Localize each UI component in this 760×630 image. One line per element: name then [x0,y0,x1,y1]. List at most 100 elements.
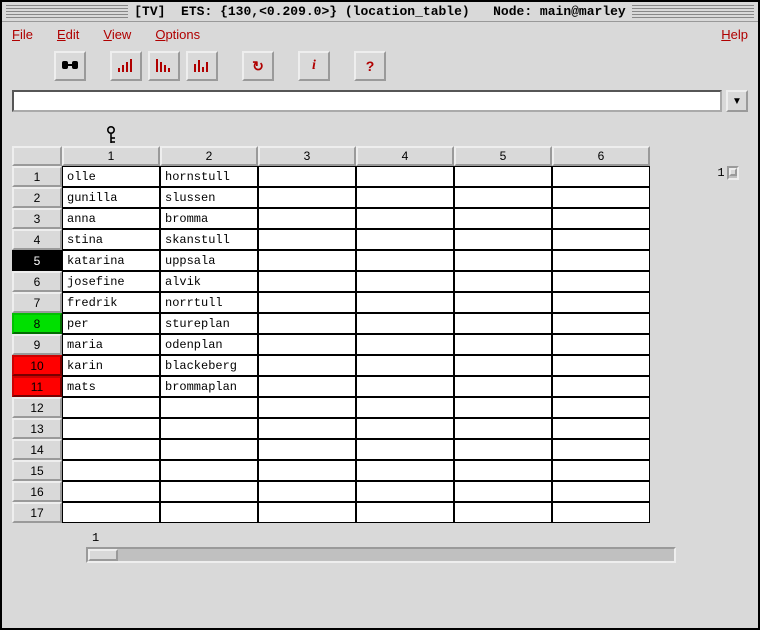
cell[interactable] [552,292,650,313]
row-number[interactable]: 13 [12,418,62,439]
cell[interactable] [356,502,454,523]
cell[interactable] [454,397,552,418]
cell[interactable] [356,460,454,481]
cell[interactable] [356,166,454,187]
cell[interactable] [356,418,454,439]
cell[interactable] [454,208,552,229]
table-row[interactable]: 14 [12,439,700,460]
table-row[interactable]: 11matsbrommaplan [12,376,700,397]
menu-edit[interactable]: Edit [57,27,79,42]
hscroll-track[interactable] [86,547,676,563]
cell[interactable] [356,334,454,355]
cell[interactable]: slussen [160,187,258,208]
cell[interactable] [552,271,650,292]
col-head-5[interactable]: 5 [454,146,552,166]
cell[interactable] [258,292,356,313]
cell[interactable] [62,460,160,481]
sort-none-button[interactable] [186,51,218,81]
help-button[interactable]: ? [354,51,386,81]
row-number[interactable]: 15 [12,460,62,481]
cell[interactable] [258,502,356,523]
row-number[interactable]: 12 [12,397,62,418]
cell[interactable] [454,460,552,481]
cell[interactable] [356,481,454,502]
row-number[interactable]: 9 [12,334,62,355]
cell[interactable]: gunilla [62,187,160,208]
cell[interactable] [454,439,552,460]
cell[interactable] [454,250,552,271]
cell[interactable] [160,397,258,418]
cell[interactable]: alvik [160,271,258,292]
cell[interactable] [552,208,650,229]
table-row[interactable]: 6josefinealvik [12,271,700,292]
cell[interactable] [258,187,356,208]
cell[interactable] [258,208,356,229]
entry-dropdown-button[interactable]: ▼ [726,90,748,112]
hscroll-thumb[interactable] [88,549,118,561]
cell[interactable]: blackeberg [160,355,258,376]
cell[interactable] [258,418,356,439]
row-number[interactable]: 10 [12,355,62,376]
entry-field[interactable] [12,90,722,112]
cell[interactable] [356,376,454,397]
cell[interactable] [552,250,650,271]
cell[interactable] [160,418,258,439]
cell[interactable] [160,460,258,481]
cell[interactable] [552,187,650,208]
cell[interactable] [454,187,552,208]
cell[interactable]: odenplan [160,334,258,355]
cell[interactable] [454,418,552,439]
row-number[interactable]: 8 [12,313,62,334]
cell[interactable] [258,397,356,418]
table-row[interactable]: 8perstureplan [12,313,700,334]
menu-file[interactable]: File [12,27,33,42]
cell[interactable]: karin [62,355,160,376]
cell[interactable] [356,313,454,334]
cell[interactable] [552,229,650,250]
cell[interactable]: uppsala [160,250,258,271]
cell[interactable]: mats [62,376,160,397]
col-head-4[interactable]: 4 [356,146,454,166]
table-row[interactable]: 7fredriknorrtull [12,292,700,313]
cell[interactable]: olle [62,166,160,187]
table-row[interactable]: 17 [12,502,700,523]
cell[interactable] [552,481,650,502]
cell[interactable] [258,166,356,187]
cell[interactable] [454,502,552,523]
table-row[interactable]: 1ollehornstull [12,166,700,187]
cell[interactable] [356,229,454,250]
cell[interactable] [258,460,356,481]
col-head-2[interactable]: 2 [160,146,258,166]
col-head-6[interactable]: 6 [552,146,650,166]
cell[interactable] [454,313,552,334]
cell[interactable] [454,271,552,292]
cell[interactable]: stina [62,229,160,250]
cell[interactable] [356,208,454,229]
cell[interactable] [454,355,552,376]
cell[interactable] [62,439,160,460]
vscroll-mini[interactable] [727,166,739,180]
cell[interactable] [356,187,454,208]
cell[interactable]: hornstull [160,166,258,187]
cell[interactable] [552,439,650,460]
menu-view[interactable]: View [103,27,131,42]
cell[interactable] [258,250,356,271]
cell[interactable]: per [62,313,160,334]
cell[interactable] [356,292,454,313]
cell[interactable]: stureplan [160,313,258,334]
table-row[interactable]: 3annabromma [12,208,700,229]
cell[interactable]: anna [62,208,160,229]
col-head-1[interactable]: 1 [62,146,160,166]
cell[interactable] [454,166,552,187]
col-head-3[interactable]: 3 [258,146,356,166]
row-number[interactable]: 14 [12,439,62,460]
vscroll-mini-thumb[interactable] [729,168,737,176]
info-button[interactable]: i [298,51,330,81]
cell[interactable] [552,355,650,376]
cell[interactable] [552,313,650,334]
cell[interactable]: bromma [160,208,258,229]
row-number[interactable]: 16 [12,481,62,502]
cell[interactable] [258,334,356,355]
row-number[interactable]: 17 [12,502,62,523]
cell[interactable]: norrtull [160,292,258,313]
